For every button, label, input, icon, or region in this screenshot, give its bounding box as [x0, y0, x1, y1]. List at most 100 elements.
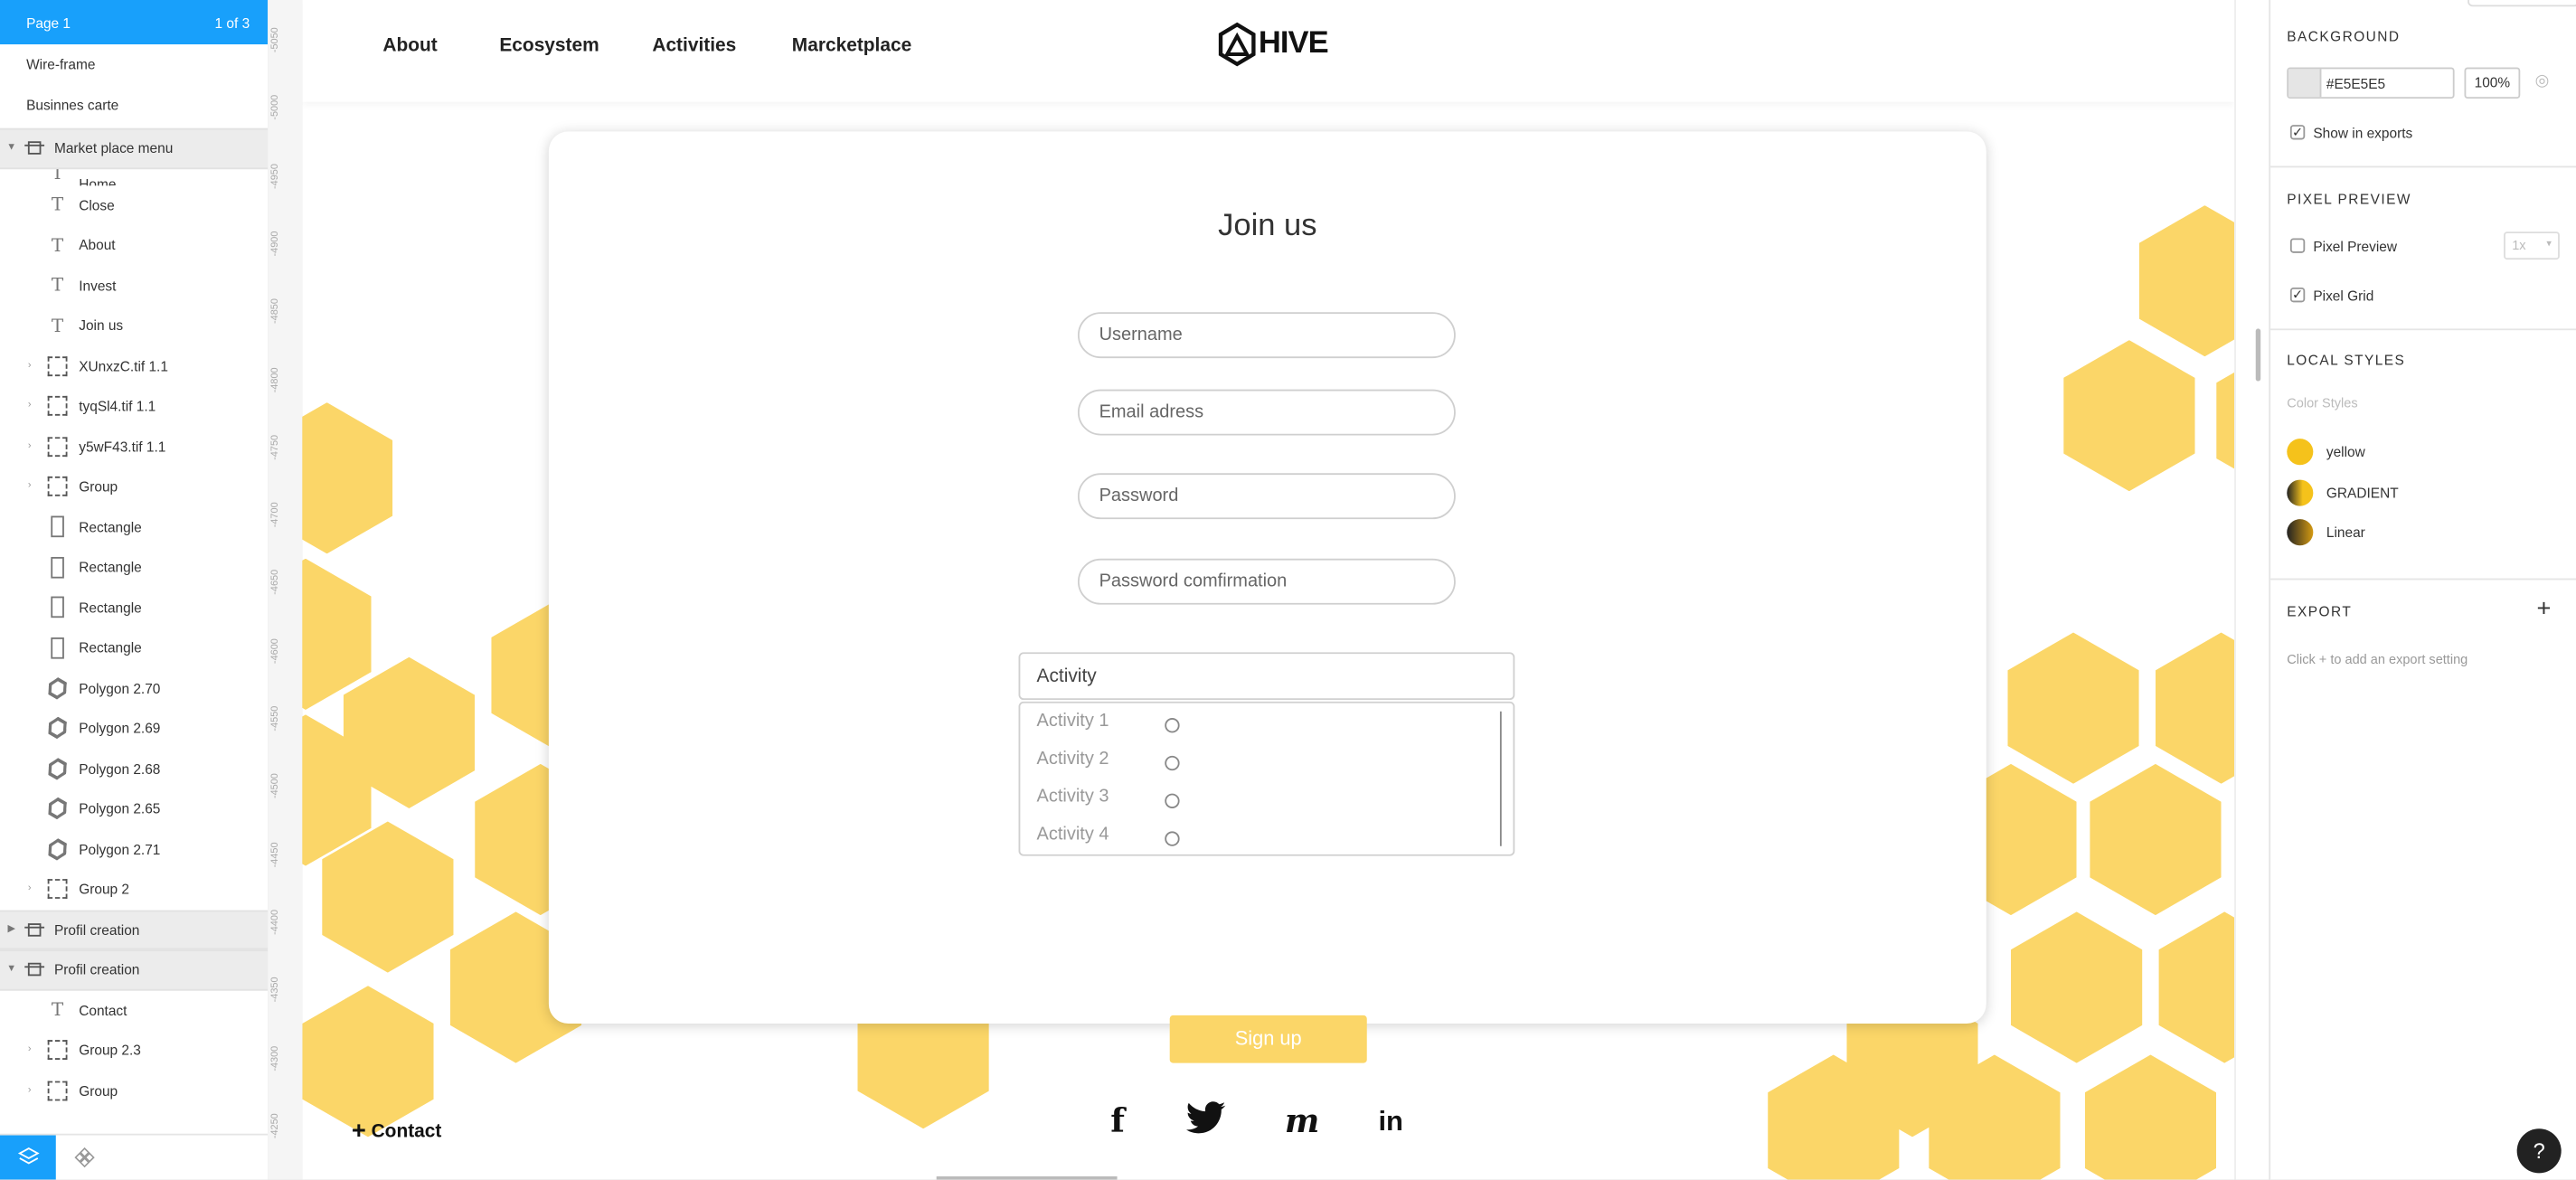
expand-caret-icon[interactable]: ›	[23, 482, 36, 492]
username-input[interactable]	[1077, 312, 1456, 359]
layer-item[interactable]: Rectangle	[0, 547, 268, 588]
rectangle-layer-icon	[46, 515, 69, 538]
activity-option[interactable]: Activity 3	[1037, 787, 1180, 808]
nav-ecosystem[interactable]: Ecosystem	[499, 36, 599, 56]
polygon-layer-icon	[46, 717, 69, 740]
nav-activities[interactable]: Activities	[652, 36, 736, 56]
ruler-label: -4800	[270, 366, 281, 392]
linkedin-icon[interactable]: in	[1378, 1106, 1402, 1138]
style-yellow[interactable]: yellow	[2287, 439, 2365, 466]
expand-caret-icon[interactable]: ›	[23, 361, 36, 371]
radio-button[interactable]	[1165, 793, 1180, 808]
layer-label: Close	[79, 196, 115, 213]
hexagon-shape	[2090, 763, 2222, 916]
canvas-scrollbar[interactable]	[2255, 328, 2261, 382]
expand-caret-icon[interactable]: ›	[23, 1086, 36, 1096]
layer-item[interactable]: › Group 2.3	[0, 1030, 268, 1071]
layer-item[interactable]: › XUnxzC.tif 1.1	[0, 345, 268, 386]
panel-top-control[interactable]	[2467, 0, 2576, 7]
color-swatch[interactable]	[2288, 69, 2322, 98]
expand-caret-icon[interactable]: ›	[23, 884, 36, 894]
layer-item[interactable]: › tyqSl4.tif 1.1	[0, 386, 268, 427]
text-layer-icon: T	[51, 999, 64, 1021]
layer-item[interactable]: T Close	[0, 184, 268, 225]
expand-caret-icon[interactable]: ▶	[4, 924, 20, 935]
style-linear[interactable]: Linear	[2287, 519, 2365, 546]
help-button[interactable]: ?	[2516, 1128, 2562, 1174]
join-card: Join us Activity Activity 1 Activity 2 A…	[548, 131, 1986, 1024]
background-opacity-field[interactable]: 100%	[2464, 67, 2521, 99]
layer-list: T Close T About T Invest T Join us › XUnxzC.tif 1…	[0, 184, 268, 909]
layer-label: Join us	[79, 317, 124, 335]
pixel-scale-select[interactable]: 1x ▾	[2504, 231, 2560, 260]
background-color-field[interactable]: #E5E5E5	[2287, 67, 2455, 99]
layer-item[interactable]: Rectangle	[0, 628, 268, 668]
radio-button[interactable]	[1165, 831, 1180, 846]
frame-icon	[24, 138, 45, 158]
layer-item[interactable]: T Join us	[0, 306, 268, 346]
layer-frame-profil-creation[interactable]: ▶ Profil creation	[0, 909, 269, 950]
radio-button[interactable]	[1165, 755, 1180, 771]
layer-label: Group 2.3	[79, 1042, 141, 1059]
style-gradient[interactable]: GRADIENT	[2287, 479, 2399, 506]
layer-item[interactable]: › Group	[0, 467, 268, 507]
facebook-icon[interactable]: f	[1110, 1100, 1125, 1140]
group-layer-icon	[46, 354, 69, 377]
layer-item[interactable]: T About	[0, 225, 268, 266]
activity-select[interactable]: Activity	[1018, 652, 1515, 701]
expand-caret-icon[interactable]: ›	[23, 401, 36, 411]
layer-label: Invest	[79, 277, 117, 294]
pixel-preview-checkbox[interactable]	[2289, 238, 2306, 253]
email-input[interactable]	[1077, 389, 1456, 436]
layer-item[interactable]: › Group 2	[0, 869, 268, 910]
page-item-wireframe[interactable]: Wire-frame	[0, 44, 268, 85]
components-tab-icon[interactable]	[56, 1136, 112, 1180]
nav-about[interactable]: About	[382, 36, 437, 56]
layer-frame-market-place-menu[interactable]: ▼ Market place menu	[0, 127, 269, 169]
password-confirm-input[interactable]	[1077, 558, 1456, 605]
scrollbar[interactable]	[1499, 711, 1502, 846]
show-exports-checkbox[interactable]: ✓	[2289, 125, 2306, 140]
nav-marketplace[interactable]: Marcketplace	[792, 36, 911, 56]
layer-item[interactable]: Polygon 2.65	[0, 788, 268, 829]
design-canvas[interactable]: About Ecosystem Activities Marcketplace …	[302, 0, 2235, 1180]
layer-label: Group	[79, 478, 118, 496]
page-selector[interactable]: Page 1 1 of 3	[0, 0, 269, 45]
layer-item[interactable]: › Group	[0, 1071, 268, 1111]
hive-logo[interactable]: HIVE	[1217, 22, 1329, 68]
layers-tab-icon[interactable]	[0, 1135, 56, 1180]
layer-item[interactable]: Polygon 2.69	[0, 708, 268, 749]
layer-item[interactable]: T Home	[0, 168, 268, 184]
layer-label: Polygon 2.65	[79, 800, 161, 817]
layer-item[interactable]: T Contact	[0, 990, 268, 1031]
ruler-label: -5000	[270, 95, 281, 121]
layer-item[interactable]: Polygon 2.71	[0, 829, 268, 870]
expand-caret-icon[interactable]: ▼	[4, 144, 20, 154]
contact-link[interactable]: + Contact	[352, 1118, 442, 1146]
medium-icon[interactable]: m	[1285, 1100, 1319, 1140]
signup-button[interactable]: Sign up	[1169, 1015, 1367, 1063]
layer-item[interactable]: Rectangle	[0, 507, 268, 548]
layer-item[interactable]: Rectangle	[0, 588, 268, 628]
expand-caret-icon[interactable]: ›	[23, 1045, 36, 1055]
add-export-plus-icon[interactable]: +	[2536, 595, 2551, 623]
layer-item[interactable]: Polygon 2.68	[0, 749, 268, 789]
password-input[interactable]	[1077, 473, 1456, 520]
twitter-icon[interactable]	[1184, 1100, 1227, 1147]
expand-caret-icon[interactable]: ▼	[4, 965, 20, 975]
layer-frame-profil-creation-2[interactable]: ▼ Profil creation	[0, 949, 269, 990]
page-item-business-card[interactable]: Businnes carte	[0, 85, 268, 126]
layer-item[interactable]: Polygon 2.70	[0, 668, 268, 709]
ruler-label: -4550	[270, 705, 281, 732]
radio-button[interactable]	[1165, 718, 1180, 733]
ruler-label: -4650	[270, 570, 281, 596]
eye-icon[interactable]: ◎	[2535, 72, 2550, 90]
activity-option[interactable]: Activity 4	[1037, 825, 1180, 846]
expand-caret-icon[interactable]: ›	[23, 441, 36, 451]
layer-item[interactable]: › y5wF43.tif 1.1	[0, 427, 268, 467]
layers-panel: Page 1 1 of 3 Wire-frame Businnes carte …	[0, 0, 269, 1180]
pixel-grid-checkbox[interactable]: ✓	[2289, 287, 2306, 303]
layer-item[interactable]: T Invest	[0, 265, 268, 306]
activity-option[interactable]: Activity 1	[1037, 712, 1180, 733]
activity-option[interactable]: Activity 2	[1037, 750, 1180, 771]
